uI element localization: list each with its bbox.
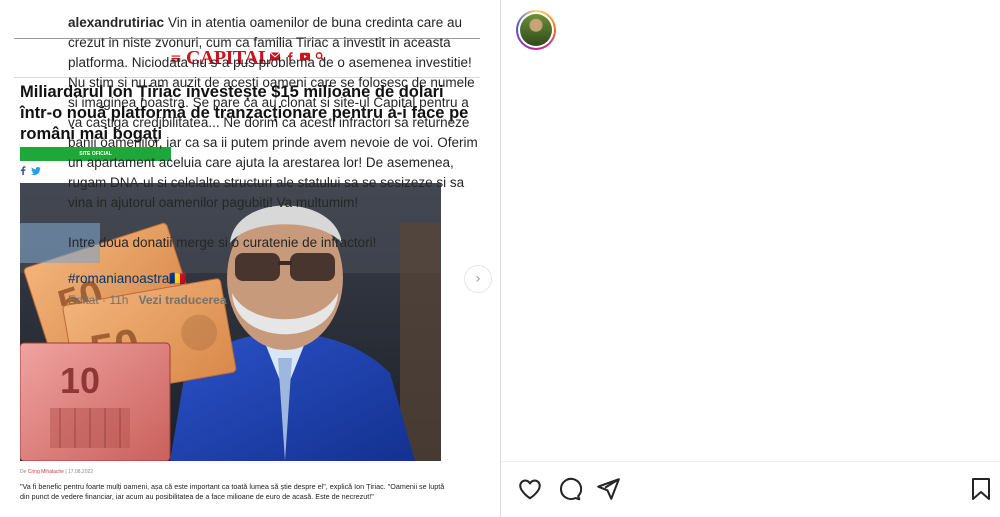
heart-icon[interactable] bbox=[517, 476, 543, 502]
actions-divider bbox=[501, 461, 1000, 462]
comment-icon[interactable] bbox=[556, 476, 582, 502]
bookmark-icon[interactable] bbox=[970, 477, 992, 501]
hashtag-link[interactable]: #romanianoastra🇷🇴 bbox=[68, 271, 186, 287]
post-actions bbox=[517, 476, 621, 502]
avatar[interactable] bbox=[516, 10, 556, 50]
post-sidebar bbox=[501, 0, 1000, 517]
send-icon[interactable] bbox=[595, 476, 621, 502]
username-link[interactable]: alexandrutiriac bbox=[68, 15, 164, 30]
byline-date: | 17.08.2022 bbox=[65, 469, 94, 475]
chevron-right-icon[interactable]: › bbox=[464, 265, 492, 293]
article-byline: De Cring Mihalache | 17.08.2022 bbox=[20, 469, 93, 475]
twitter-icon bbox=[31, 166, 41, 175]
facebook-icon bbox=[20, 166, 26, 175]
byline-author: Cring Mihalache bbox=[27, 469, 64, 475]
post-meta: Editat · 11h Vezi traducerea bbox=[68, 293, 227, 307]
article-quote: "Va fi benefic pentru foarte mulți oamen… bbox=[20, 482, 445, 501]
edited-timestamp: Editat · 11h bbox=[68, 293, 129, 307]
avatar-image bbox=[520, 14, 552, 46]
byline-prefix: De bbox=[20, 469, 27, 475]
caption-text: Vin in atentia oamenilor de buna credint… bbox=[68, 15, 478, 250]
svg-text:10: 10 bbox=[60, 360, 100, 401]
article-share-row bbox=[20, 166, 41, 175]
see-translation-link[interactable]: Vezi traducerea bbox=[138, 293, 226, 307]
post-caption: alexandrutiriac Vin in atentia oamenilor … bbox=[68, 13, 480, 253]
